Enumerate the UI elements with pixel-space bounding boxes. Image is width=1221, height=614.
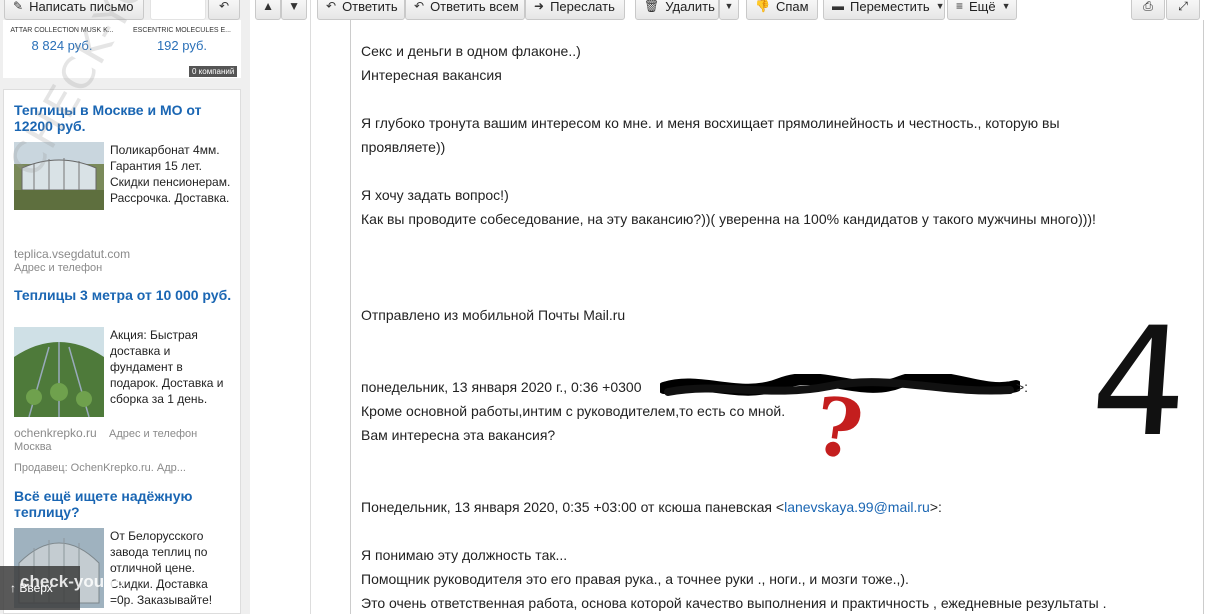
ad-text: От Белорусского завода теплиц по отлично… (110, 529, 213, 607)
expand-button[interactable]: ⤢ (1166, 0, 1200, 20)
ad-text: Поликарбонат 4мм. Гарантия 15 лет. Скидк… (110, 143, 231, 205)
message-line: Интересная вакансия (361, 67, 502, 83)
product-price[interactable]: 192 руб. (123, 38, 241, 53)
arrow-down-icon: ▼ (288, 0, 300, 13)
left-sidebar: ✎ Написать письмо ↶ ATTAR COLLECTION MUS… (0, 0, 250, 614)
reply-label: Ответить (342, 0, 398, 14)
folder-icon: ▬ (832, 0, 844, 13)
quote-date: понедельник, 13 января 2020 г., 0:36 +03… (361, 379, 642, 395)
reply-all-icon: ↶ (414, 0, 425, 13)
move-button[interactable]: ▬ Переместить ▼ (823, 0, 945, 20)
ad-domain[interactable]: ochenkrepko.ru (14, 426, 97, 440)
ad-city: Москва (14, 441, 52, 453)
message-line: Кроме основной работы,интим с руководите… (361, 403, 786, 419)
arrow-up-icon: ▲ (262, 0, 274, 13)
delete-button[interactable]: 🗑 Удалить (635, 0, 719, 20)
chevron-down-icon: ▼ (724, 1, 734, 11)
chevron-down-icon: ▼ (1001, 1, 1011, 11)
reply-all-button[interactable]: ↶ Ответить всем (405, 0, 525, 20)
arrow-up-icon: ↑ (10, 581, 16, 595)
message-line: Вам интересна эта вакансия? (361, 427, 556, 443)
message-line: Это очень ответственная работа, основа к… (361, 595, 1107, 611)
printer-icon: ⎙ (1143, 0, 1153, 13)
spam-button[interactable]: 👎 Спам (746, 0, 818, 20)
quote-header: Понедельник, 13 января 2020, 0:35 +03:00… (361, 499, 942, 515)
message-line: Как вы проводите собеседование, на эту в… (361, 211, 1096, 227)
spam-label: Спам (775, 0, 809, 14)
forward-label: Переслать (550, 0, 615, 14)
expand-icon: ⤢ (1178, 0, 1188, 13)
ad-image-greenhouse[interactable] (14, 327, 104, 418)
reply-button[interactable]: ↶ Ответить (317, 0, 405, 20)
message-line: Секс и деньги в одном флаконе..) (361, 43, 581, 59)
message-line: Я понимаю эту должность так... (361, 547, 568, 563)
pencil-icon: ✎ (13, 0, 24, 13)
menu-icon: ≡ (956, 0, 964, 13)
signature-line: Отправлено из мобильной Почты Mail.ru (361, 307, 626, 323)
ad-title[interactable]: Всё ещё ищете надёжную теплицу? (14, 488, 234, 520)
ad-title[interactable]: Теплицы 3 метра от 10 000 руб. (14, 287, 234, 303)
message-line: Помощник руководителя это его правая рук… (361, 571, 909, 587)
reply-all-label: Ответить всем (430, 0, 519, 14)
thumbs-down-icon: 👎 (755, 0, 770, 13)
forward-icon: ➜ (534, 0, 545, 13)
ad-seller: Продавец: OchenKrepko.ru. Адр... (14, 462, 186, 474)
previous-message-button[interactable]: ▲ (255, 0, 281, 20)
quote-suffix: >: (1016, 379, 1029, 395)
number-annotation: 4 (1085, 296, 1194, 470)
print-button[interactable]: ⎙ (1131, 0, 1165, 20)
next-message-button[interactable]: ▼ (281, 0, 307, 20)
trash-icon: 🗑 (644, 0, 660, 13)
product-name[interactable]: ESCENTRIC MOLECULES E... (123, 27, 241, 34)
quote-header: понедельник, 13 января 2020 г., 0:36 +03… (361, 379, 642, 395)
message-line: Я глубоко тронута вашим интересом ко мне… (361, 115, 1060, 131)
quote-header-end: >: (929, 499, 942, 515)
ad-contact-link[interactable]: Адрес и телефон (14, 262, 102, 274)
quote-header-text: Понедельник, 13 января 2020, 0:35 +03:00… (361, 499, 785, 515)
delete-label: Удалить (665, 0, 715, 14)
blank-button[interactable] (150, 0, 206, 20)
refresh-button[interactable]: ↶ (208, 0, 240, 20)
message-line: Я хочу задать вопрос!) (361, 187, 509, 203)
chevron-down-icon: ▼ (935, 1, 945, 11)
move-label: Переместить (850, 0, 930, 14)
forward-button[interactable]: ➜ Переслать (525, 0, 625, 20)
more-button[interactable]: ≡ Ещё ▼ (947, 0, 1017, 20)
reply-icon: ↶ (326, 0, 337, 13)
undo-icon: ↶ (218, 0, 230, 13)
companies-badge: 0 компаний (189, 66, 238, 77)
more-label: Ещё (969, 0, 996, 14)
ad-contact-link[interactable]: Адрес и телефон (109, 428, 197, 440)
sender-email-link[interactable]: lanevskaya.99@mail.ru (784, 499, 930, 515)
delete-dropdown[interactable]: ▼ (719, 0, 739, 20)
ad-text: Акция: Быстрая доставка и фундамент в по… (110, 328, 224, 406)
message-line: проявляете)) (361, 139, 446, 155)
watermark-small: check-you.to (20, 572, 125, 591)
navigation-column (250, 0, 311, 614)
ad-domain[interactable]: teplica.vsegdatut.com (14, 247, 130, 261)
